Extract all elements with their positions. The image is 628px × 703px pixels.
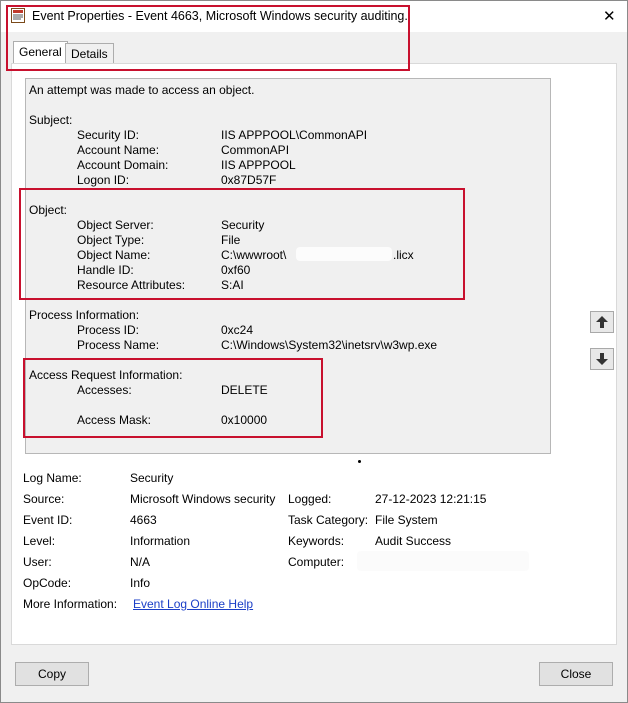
previous-event-button[interactable] (590, 311, 614, 333)
security-id-label: Security ID: (77, 128, 140, 142)
accesses-value: DELETE (221, 383, 268, 397)
object-type-value: File (221, 233, 241, 247)
tab-details[interactable]: Details (65, 43, 114, 64)
keywords-value[interactable]: Audit Success (375, 534, 451, 548)
process-id-value: 0xc24 (221, 323, 254, 337)
accesses-label: Accesses: (77, 383, 132, 397)
title-bar: Event Properties - Event 4663, Microsoft… (1, 1, 627, 32)
close-button[interactable]: Close (539, 662, 613, 686)
task-category-label: Task Category: (288, 513, 369, 527)
redacted-computer-mask (357, 551, 529, 571)
logon-id-value: 0x87D57F (221, 173, 277, 187)
window-title: Event Properties - Event 4663, Microsoft… (32, 9, 408, 23)
computer-label: Computer: (288, 555, 345, 569)
object-server-value: Security (221, 218, 265, 232)
object-server-label: Object Server: (77, 218, 154, 232)
security-id-value: IIS APPPOOL\CommonAPI (221, 128, 368, 142)
account-name-label: Account Name: (77, 143, 160, 157)
subject-header: Subject: (29, 113, 73, 127)
tab-general[interactable]: General (13, 41, 68, 64)
account-domain-value: IIS APPPOOL (221, 158, 296, 172)
arrow-down-icon (596, 353, 608, 365)
user-value[interactable]: N/A (130, 555, 150, 569)
next-event-button[interactable] (590, 348, 614, 370)
user-label: User: (23, 555, 52, 569)
process-id-label: Process ID: (77, 323, 140, 337)
handle-id-label: Handle ID: (77, 263, 134, 277)
scroll-marker-dot (358, 460, 361, 463)
process-header: Process Information: (29, 308, 140, 322)
account-domain-label: Account Domain: (77, 158, 169, 172)
keywords-label: Keywords: (288, 534, 345, 548)
logged-label: Logged: (288, 492, 332, 506)
process-name-label: Process Name: (77, 338, 160, 352)
object-type-label: Object Type: (77, 233, 145, 247)
opcode-label: OpCode: (23, 576, 72, 590)
event-properties-window: Event Properties - Event 4663, Microsoft… (0, 0, 628, 703)
description-intro: An attempt was made to access an object. (29, 83, 255, 97)
more-information-label: More Information: (23, 597, 118, 611)
level-label: Level: (23, 534, 56, 548)
process-name-value: C:\Windows\System32\inetsrv\w3wp.exe (221, 338, 438, 352)
source-label: Source: (23, 492, 65, 506)
level-value[interactable]: Information (130, 534, 190, 548)
object-name-extension: .licx (393, 248, 414, 262)
copy-button[interactable]: Copy (15, 662, 89, 686)
resource-attributes-label: Resource Attributes: (77, 278, 186, 292)
task-category-value[interactable]: File System (375, 513, 438, 527)
event-viewer-icon (11, 8, 25, 23)
log-name-label: Log Name: (23, 471, 82, 485)
account-name-value: CommonAPI (221, 143, 290, 157)
object-name-label: Object Name: (77, 248, 151, 262)
log-name-value[interactable]: Security (130, 471, 173, 485)
source-value[interactable]: Microsoft Windows security (130, 492, 275, 506)
access-request-header: Access Request Information: (29, 368, 183, 382)
resource-attributes-value: S:AI (221, 278, 244, 292)
opcode-value[interactable]: Info (130, 576, 150, 590)
object-header: Object: (29, 203, 68, 217)
redacted-path-mask (296, 247, 392, 261)
event-log-online-help-link[interactable]: Event Log Online Help (133, 597, 253, 611)
object-name-value: C:\wwwroot\ (221, 248, 287, 262)
handle-id-value: 0xf60 (221, 263, 251, 277)
logon-id-label: Logon ID: (77, 173, 130, 187)
event-id-label: Event ID: (23, 513, 73, 527)
access-mask-label: Access Mask: (77, 413, 152, 427)
event-description-box[interactable]: An attempt was made to access an object.… (25, 78, 551, 454)
event-id-value[interactable]: 4663 (130, 513, 157, 527)
arrow-up-icon (596, 316, 608, 328)
close-icon[interactable]: ✕ (603, 7, 616, 25)
logged-value[interactable]: 27-12-2023 12:21:15 (375, 492, 486, 506)
access-mask-value: 0x10000 (221, 413, 268, 427)
